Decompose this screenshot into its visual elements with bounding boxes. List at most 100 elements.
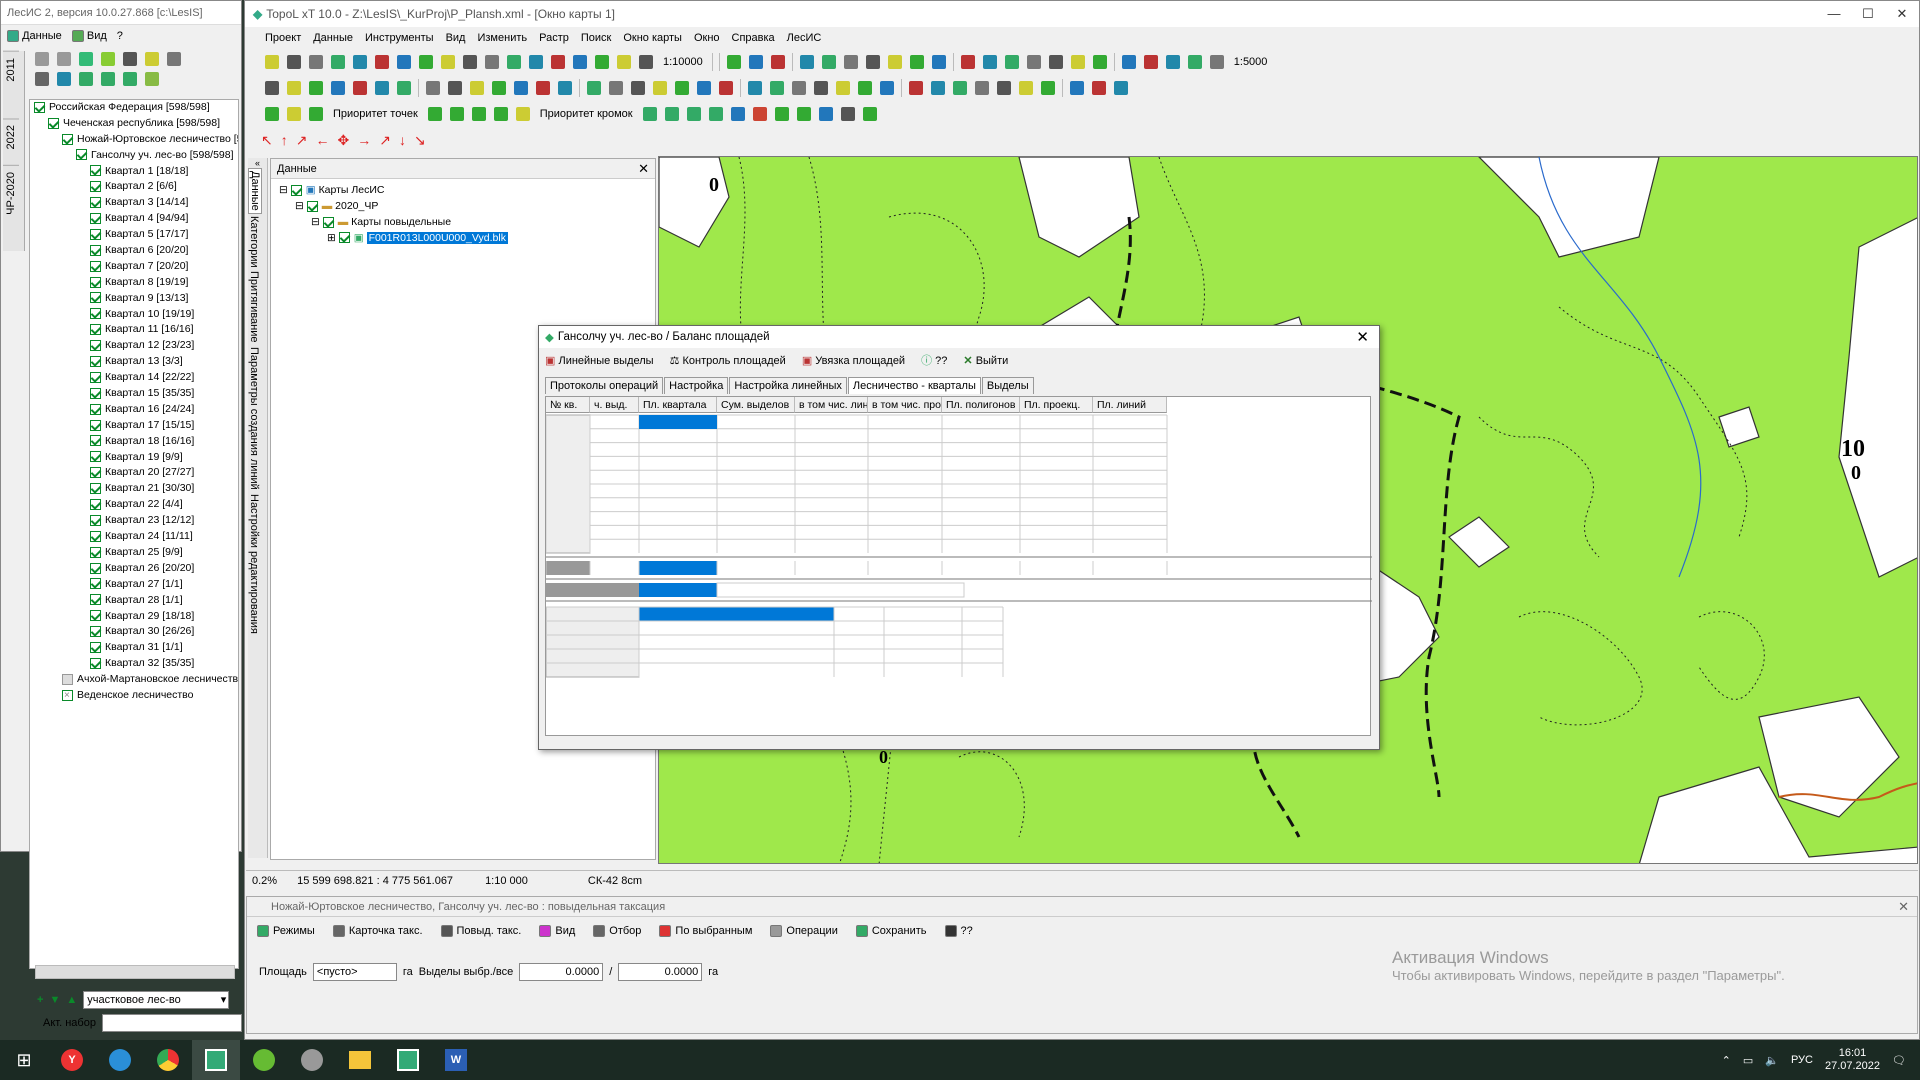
taxation-tool-button[interactable]: Повыд. такс. (440, 925, 521, 938)
tree-checkbox[interactable] (90, 340, 101, 352)
close-icon[interactable]: ✕ (1356, 328, 1369, 346)
down-arrow-icon[interactable]: ▼ (49, 994, 60, 1006)
sort-icon[interactable] (164, 49, 184, 69)
toolbar-tool-icon[interactable] (994, 78, 1014, 98)
node2-icon[interactable] (447, 104, 467, 124)
red-arrow-up-icon[interactable]: ↑ (281, 132, 288, 148)
tree-checkbox[interactable] (90, 546, 101, 558)
taxation-tool-button[interactable]: Операции (770, 925, 838, 938)
close-icon[interactable]: ✕ (638, 161, 649, 177)
tree-item[interactable]: Квартал 24 [11/11] (30, 529, 238, 545)
toolbar-tool-icon[interactable] (980, 52, 1000, 72)
taxation-tool-button[interactable]: Сохранить (855, 925, 927, 938)
toolbar-tool-icon[interactable] (819, 52, 839, 72)
tree-checkbox[interactable] (90, 197, 101, 209)
toolbar-tool-icon[interactable] (1141, 52, 1161, 72)
toolbar-tool-icon[interactable] (950, 78, 970, 98)
toolbar-tool-icon[interactable] (511, 78, 531, 98)
scale-select-2[interactable]: 1:5000 (1228, 56, 1274, 68)
toolbar-tool-icon[interactable] (614, 52, 634, 72)
menu-item[interactable]: Справка (732, 32, 775, 44)
toolbar-tool-icon[interactable] (284, 52, 304, 72)
grid-column-header[interactable]: ч. выд. (590, 397, 639, 413)
taxation-tool-button[interactable]: ?? (944, 925, 973, 938)
toolbar-tool-icon[interactable] (768, 52, 788, 72)
toolbar-tool-icon[interactable] (262, 52, 282, 72)
tree-checkbox[interactable] (48, 117, 59, 129)
grid-column-header[interactable]: Пл. полигонов (942, 397, 1020, 413)
tree-checkbox[interactable] (90, 355, 101, 367)
menu-item[interactable]: Растр (539, 32, 569, 44)
grid-icon[interactable] (32, 49, 52, 69)
scale-select-1[interactable]: 1:10000 (657, 56, 709, 68)
toolbar-tool-icon[interactable] (350, 78, 370, 98)
exit-button[interactable]: ✕ Выйти (963, 354, 1008, 367)
menu-item[interactable]: Данные (313, 32, 353, 44)
toolbar-tool-icon[interactable] (1185, 52, 1205, 72)
linear-vydely-button[interactable]: ▣ Линейные выделы (545, 354, 654, 367)
toolbar-tool-icon[interactable] (482, 52, 502, 72)
tree-item[interactable]: Ачхой-Мартановское лесничество (30, 672, 238, 688)
tree-checkbox[interactable] (90, 260, 101, 272)
priority-edges-button[interactable]: Приоритет кромок (534, 108, 639, 120)
toolbar-tool-icon[interactable] (606, 78, 626, 98)
tree-item[interactable]: Квартал 6 [20/20] (30, 243, 238, 259)
maximize-button[interactable]: ☐ (1851, 6, 1885, 22)
toolbar-tool-icon[interactable] (445, 78, 465, 98)
toolbar-tool-icon[interactable] (855, 78, 875, 98)
tree-item[interactable]: Квартал 4 [94/94] (30, 211, 238, 227)
refresh-icon[interactable] (54, 69, 74, 89)
toolbar-tool-icon[interactable] (958, 52, 978, 72)
tree-checkbox[interactable] (90, 292, 101, 304)
toolbar-tool-icon[interactable] (628, 78, 648, 98)
tree-item[interactable]: Российская Федерация [598/598] (30, 100, 238, 116)
tree-item[interactable]: Квартал 29 [18/18] (30, 609, 238, 625)
tree-checkbox[interactable] (90, 181, 101, 193)
tree-item[interactable]: Чеченская республика [598/598] (30, 116, 238, 132)
view-menu[interactable]: Вид (71, 30, 107, 43)
help-menu[interactable]: ? (117, 30, 123, 42)
tree-item[interactable]: Квартал 16 [24/24] (30, 402, 238, 418)
toolbar-tool-icon[interactable] (724, 52, 744, 72)
toolbar-tool-icon[interactable] (570, 52, 590, 72)
node4-icon[interactable] (491, 104, 511, 124)
snap2-icon[interactable] (284, 104, 304, 124)
tree-item[interactable]: Квартал 26 [20/20] (30, 561, 238, 577)
akt-input[interactable] (101, 1014, 242, 1032)
menu-item[interactable]: Инструменты (365, 32, 434, 44)
menu-item[interactable]: Проект (265, 32, 301, 44)
tree-item[interactable]: Квартал 10 [19/19] (30, 307, 238, 323)
node-icon[interactable] (425, 104, 445, 124)
close-icon[interactable]: ✕ (1898, 899, 1909, 915)
tree-checkbox[interactable] (90, 594, 101, 606)
chart-icon[interactable] (98, 69, 118, 89)
gear-icon[interactable] (98, 49, 118, 69)
tree-item[interactable]: Квартал 9 [13/13] (30, 291, 238, 307)
red-arrow-icon[interactable]: ↖ (261, 132, 273, 149)
red-arrow-left-icon[interactable]: ← (315, 132, 329, 148)
tray-lang[interactable]: РУС (1791, 1054, 1813, 1066)
toolbar-tool-icon[interactable] (328, 78, 348, 98)
minimize-button[interactable]: — (1817, 6, 1851, 22)
tree-checkbox[interactable] (90, 562, 101, 574)
tree-item[interactable]: Квартал 8 [19/19] (30, 275, 238, 291)
tree-item[interactable]: Квартал 5 [17/17] (30, 227, 238, 243)
tree-checkbox[interactable] (90, 467, 101, 479)
toolbar-tool-icon[interactable] (584, 78, 604, 98)
lesis-task-button[interactable] (192, 1040, 240, 1080)
menu-item[interactable]: Поиск (581, 32, 611, 44)
tree-item[interactable]: Квартал 22 [4/4] (30, 497, 238, 513)
layers-icon[interactable] (76, 69, 96, 89)
tree-item[interactable]: Квартал 15 [35/35] (30, 386, 238, 402)
list-icon[interactable] (120, 49, 140, 69)
toolbar-tool-icon[interactable] (1038, 78, 1058, 98)
tray-chevron-icon[interactable]: ⌃ (1722, 1054, 1731, 1067)
toolbar-tool-icon[interactable] (533, 78, 553, 98)
toolbar-tool-icon[interactable] (460, 52, 480, 72)
toolbar-tool-icon[interactable] (438, 52, 458, 72)
menu-item[interactable]: ЛесИС (787, 32, 822, 44)
side-tab-data[interactable]: Данные (248, 168, 262, 214)
chrome-button[interactable] (144, 1040, 192, 1080)
balance-grid[interactable]: № кв. ч. выд. Пл. квартала Сум. выделов в то… (545, 396, 1372, 736)
grid2-icon[interactable] (54, 49, 74, 69)
